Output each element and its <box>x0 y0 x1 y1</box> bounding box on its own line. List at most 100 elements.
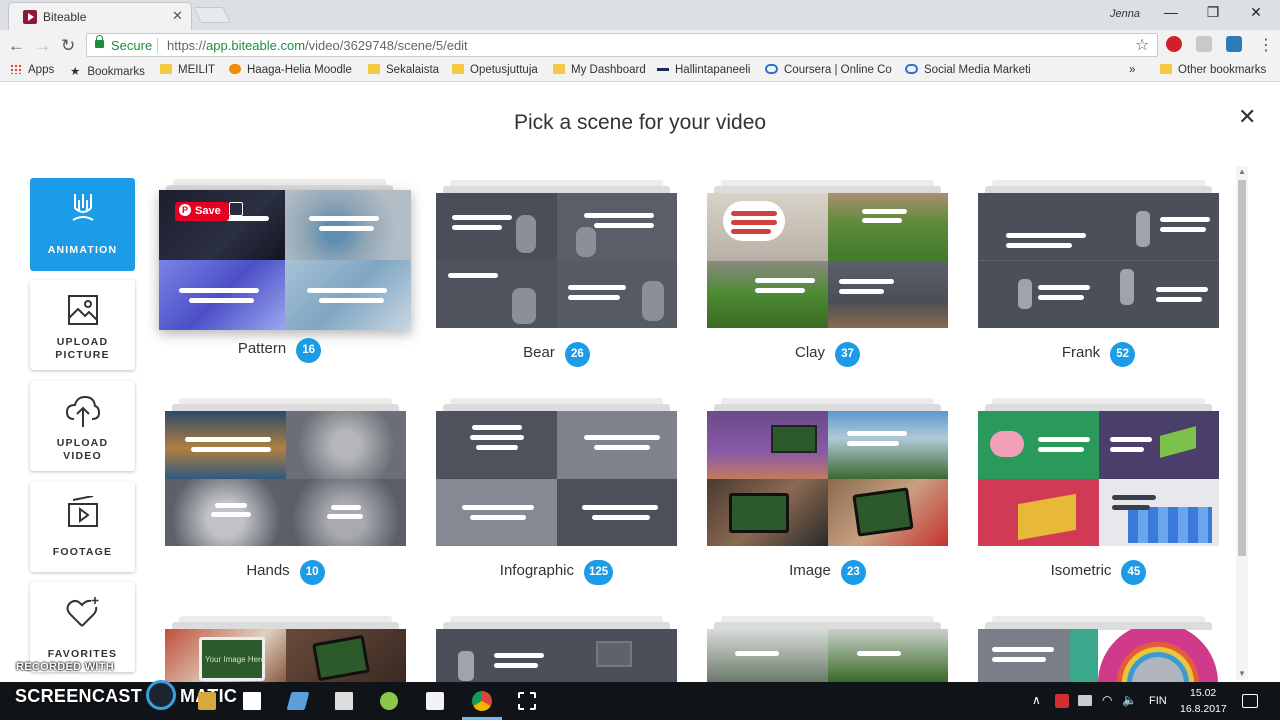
language-indicator[interactable]: FIN <box>1149 695 1167 707</box>
extension-icon[interactable] <box>1196 36 1212 52</box>
text-line <box>307 288 387 293</box>
snipping-tool-icon[interactable] <box>518 692 536 710</box>
bookmark-apps-label: Apps <box>28 64 55 76</box>
file-explorer-icon[interactable] <box>198 692 216 710</box>
bookmark-apps[interactable]: Apps <box>10 64 54 76</box>
scene-thumbnail[interactable] <box>707 411 948 546</box>
text-line <box>1110 447 1144 452</box>
tray-overflow-icon[interactable]: ∧ <box>1032 693 1041 707</box>
browser-toolbar: ← → ↻ Secure https://app.biteable.com/vi… <box>0 30 1280 60</box>
scene-thumbnail[interactable] <box>978 193 1219 328</box>
bookmark-item[interactable]: Haaga-Helia Moodle <box>229 64 352 76</box>
profile-name[interactable]: Jenna <box>1110 8 1140 20</box>
new-tab-button[interactable] <box>193 7 231 23</box>
picture-icon <box>30 294 135 328</box>
text-line <box>1038 285 1090 290</box>
sidebar-footage-button[interactable]: FOOTAGE <box>30 482 135 572</box>
sidebar-animation-button[interactable]: ANIMATION <box>30 178 135 271</box>
sidebar-upload-video-button[interactable]: UPLOAD VIDEO <box>30 381 135 471</box>
scene-thumbnail[interactable] <box>707 629 948 682</box>
scene-thumbnail[interactable] <box>436 629 677 682</box>
tablet-device <box>852 487 914 537</box>
clock-time[interactable]: 15.02 <box>1190 687 1216 699</box>
scene-thumbnail[interactable]: Save <box>159 190 411 330</box>
close-window-button[interactable]: ✕ <box>1246 4 1266 21</box>
bookmark-item[interactable]: MEILIT <box>160 64 215 76</box>
pinterest-icon <box>179 201 191 220</box>
clock-date[interactable]: 16.8.2017 <box>1180 703 1227 715</box>
bookmark-star-icon[interactable]: ☆ <box>1135 35 1149 55</box>
tray-app-icon[interactable] <box>1055 694 1069 708</box>
url-path: /video/3629748/scene/5/edit <box>305 38 468 53</box>
paint-app-icon[interactable] <box>380 692 398 710</box>
scene-thumbnail[interactable] <box>436 193 677 328</box>
close-modal-icon[interactable]: ✕ <box>1238 104 1256 130</box>
text-line <box>568 295 620 300</box>
sidebar-upload-picture-button[interactable]: UPLOAD PICTURE <box>30 280 135 370</box>
bookmark-item[interactable]: Sekalaista <box>368 64 439 76</box>
bookmark-label: Coursera | Online Co <box>784 64 892 76</box>
pinterest-save-label: Save <box>195 205 221 217</box>
scene-thumbnail[interactable]: Your Image Here <box>165 629 406 682</box>
bookmark-item[interactable]: Opetusjuttuja <box>452 64 538 76</box>
browser-menu-icon[interactable]: ⋮ <box>1258 35 1274 55</box>
text-line <box>319 226 374 231</box>
text-line <box>470 435 524 440</box>
screencast-extension-icon[interactable] <box>1226 36 1242 52</box>
bookmark-item[interactable]: ★ Bookmarks <box>70 64 145 78</box>
other-bookmarks-label: Other bookmarks <box>1178 64 1267 76</box>
mail-icon[interactable] <box>426 692 444 710</box>
maximize-button[interactable]: ❐ <box>1203 4 1223 21</box>
bookmark-item[interactable]: Social Media Marketi <box>905 64 1031 76</box>
scene-thumbnail[interactable] <box>436 411 677 546</box>
scene-count-badge: 125 <box>584 560 614 585</box>
video-icon <box>30 496 135 530</box>
scroll-down-icon[interactable]: ▼ <box>1238 669 1246 678</box>
browser-tab[interactable]: Biteable ✕ <box>8 2 192 30</box>
bookmark-item[interactable]: Hallintapaneeli <box>657 64 750 76</box>
pinterest-save-button[interactable]: Save <box>175 201 229 221</box>
scene-label: Bear 26 <box>436 342 677 367</box>
text-line <box>731 220 777 225</box>
scene-label: Pattern 16 <box>159 338 400 363</box>
minimize-button[interactable]: — <box>1161 4 1181 20</box>
chrome-icon[interactable] <box>472 691 492 711</box>
scene-label: Hands 10 <box>165 560 406 585</box>
address-bar[interactable]: Secure https://app.biteable.com/video/36… <box>86 33 1158 57</box>
other-bookmarks[interactable]: Other bookmarks <box>1160 64 1266 76</box>
store-icon[interactable] <box>243 692 261 710</box>
pinterest-extension-icon[interactable] <box>1166 36 1182 52</box>
page-scrollbar[interactable]: ▲ ▼ <box>1236 166 1248 680</box>
tab-close-icon[interactable]: ✕ <box>172 8 183 24</box>
sidebar-label: PICTURE <box>55 349 110 361</box>
scroll-up-icon[interactable]: ▲ <box>1238 167 1246 176</box>
folder-icon <box>1160 64 1172 74</box>
back-icon[interactable]: ← <box>8 36 25 56</box>
url-text[interactable]: https://app.biteable.com/video/3629748/s… <box>167 38 468 53</box>
calculator-icon[interactable] <box>335 692 353 710</box>
reload-icon[interactable]: ↻ <box>61 36 75 56</box>
text-line <box>448 273 498 278</box>
scene-thumbnail[interactable] <box>978 629 1219 682</box>
sidebar-favorites-button[interactable]: FAVORITES <box>30 582 135 672</box>
robot-figure <box>1018 279 1032 309</box>
scene-thumbnail[interactable] <box>978 411 1219 546</box>
volume-icon[interactable]: 🔈 <box>1122 693 1137 707</box>
sidebar-label: VIDEO <box>63 450 102 462</box>
scrollbar-thumb[interactable] <box>1238 180 1246 556</box>
bookmark-item[interactable]: My Dashboard <box>553 64 646 76</box>
scene-thumbnail[interactable] <box>707 193 948 328</box>
bookmarks-more-icon[interactable]: » <box>1129 64 1135 76</box>
notifications-icon[interactable] <box>1242 694 1258 708</box>
folder-icon <box>452 64 464 74</box>
wifi-icon[interactable]: ◠ <box>1102 693 1112 707</box>
scene-thumbnail[interactable] <box>165 411 406 546</box>
bookmark-item[interactable]: Coursera | Online Co <box>765 64 892 76</box>
scene-name: Hands <box>246 562 290 579</box>
forward-icon[interactable]: → <box>34 36 51 56</box>
text-line <box>211 512 251 517</box>
robot-figure <box>458 651 474 681</box>
text-line <box>857 651 901 656</box>
battery-icon[interactable] <box>1078 695 1092 706</box>
text-line <box>862 218 902 223</box>
